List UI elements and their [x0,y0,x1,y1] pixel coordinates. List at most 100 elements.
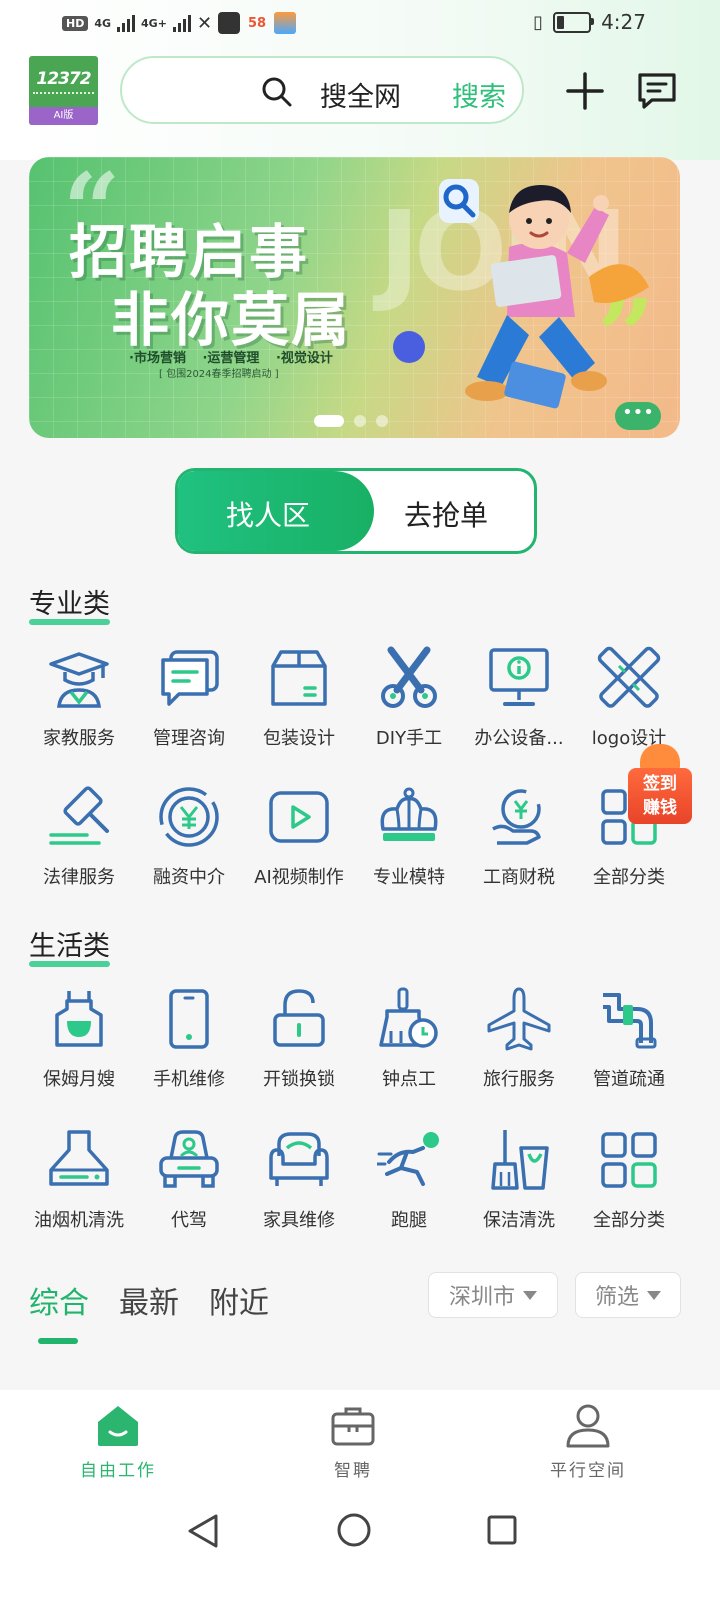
category-hood-cleaning[interactable]: 油烟机清洗 [24,1128,134,1232]
banner-subtext: [ 包围2024春季招聘启动 ] [159,369,279,380]
sim1-label: 4G [94,16,112,30]
search-button[interactable]: 搜索 [452,75,506,114]
category-label: 全部分类 [593,867,665,888]
category-legal-services[interactable]: 法律服务 [24,785,134,889]
recents-icon[interactable] [486,1514,518,1546]
category-professional-model[interactable]: 专业模特 [354,785,464,889]
sign-in-earn-badge[interactable]: 签到 赚钱 [622,744,698,824]
person-icon [566,1404,610,1448]
nav-parallel-space[interactable]: 平行空间 [528,1404,648,1481]
apron-icon [55,991,103,1047]
category-management-consulting[interactable]: 管理咨询 [134,646,244,750]
chevron-down-icon [647,1290,661,1300]
hd-indicator: HD [62,15,89,31]
category-label: DIY手工 [375,728,443,749]
add-icon[interactable] [566,72,604,110]
category-label: 专业模特 [373,867,445,888]
category-label: 开锁换锁 [263,1069,335,1090]
category-label: 保洁清洗 [483,1210,555,1231]
nav-free-work[interactable]: 自由工作 [58,1404,178,1481]
banner-title-line2: 非你莫属 [111,286,352,354]
nav-label: 智聘 [334,1461,372,1481]
search-icon [262,77,292,107]
grid-icon [601,1132,657,1188]
category-business-tax[interactable]: 工商财税 [464,785,574,889]
category-ai-video[interactable]: AI视频制作 [244,785,354,889]
category-financing-agent[interactable]: 融资中介 [134,785,244,889]
category-label: 融资中介 [153,867,225,888]
scissors-icon [381,646,437,708]
category-locksmith[interactable]: 开锁换锁 [244,987,354,1091]
city-dropdown[interactable]: 深圳市 [428,1272,558,1318]
category-label: 管道疏通 [593,1069,665,1090]
category-packaging-design[interactable]: 包装设计 [244,646,354,750]
pipe-icon [603,993,657,1049]
car-driver-icon [159,1130,219,1188]
filter-label: 筛选 [594,1285,639,1310]
category-errands[interactable]: 跑腿 [354,1128,464,1232]
category-logo-design[interactable]: logo设计 [574,646,684,750]
category-designated-driver[interactable]: 代驾 [134,1128,244,1232]
category-office-equipment[interactable]: 办公设备... [464,646,574,750]
category-label: 办公设备... [474,728,564,749]
tab-latest[interactable]: 最新 [119,1278,179,1322]
app-notification-icon-2 [274,12,297,34]
category-label: 旅行服务 [483,1069,555,1090]
logo-divider [33,92,94,97]
battery-icon [553,11,595,33]
promo-banner[interactable]: “ JOIN ” 招聘启事 非你莫属 ·市场营销 ·运营管理 ·视觉设计 [ 包… [29,157,680,438]
category-label: 跑腿 [391,1210,427,1231]
category-nanny[interactable]: 保姆月嫂 [24,987,134,1091]
chat-cards-icon [161,650,219,706]
banner-tag: ·市场营销 [129,351,186,366]
category-label: 家具维修 [263,1210,335,1231]
nav-label: 平行空间 [550,1461,626,1481]
tab-nearby[interactable]: 附近 [209,1278,269,1322]
category-label: 全部分类 [593,1210,665,1231]
section-title-professional: 专业类 [29,582,110,625]
runner-icon [377,1132,439,1186]
category-tutoring[interactable]: 家教服务 [24,646,134,750]
category-label: 代驾 [171,1210,207,1231]
category-cleaning[interactable]: 保洁清洗 [464,1128,574,1232]
search-input[interactable]: 搜全网 [320,75,401,114]
category-diy-craft[interactable]: DIY手工 [354,646,464,750]
banner-pagination [314,415,388,427]
home-circle-icon[interactable] [336,1512,372,1548]
category-label: 家教服务 [43,728,115,749]
category-phone-repair[interactable]: 手机维修 [134,987,244,1091]
yen-hand-icon [492,789,541,845]
city-label: 深圳市 [448,1285,515,1310]
toggle-find-people[interactable]: 找人区 [226,494,310,534]
category-hourly-worker[interactable]: 钟点工 [354,987,464,1091]
message-icon[interactable] [636,71,678,111]
filter-dropdown[interactable]: 筛选 [575,1272,681,1318]
section-title-life: 生活类 [29,924,110,967]
logo-ai-badge: AI版 [29,107,98,125]
chat-bubble-icon: ••• [615,402,661,430]
category-label: AI视频制作 [254,867,344,888]
category-pipe-unclog[interactable]: 管道疏通 [574,987,684,1091]
tab-comprehensive[interactable]: 综合 [29,1278,89,1344]
mode-toggle[interactable]: 找人区 去抢单 [175,468,537,554]
category-all-life[interactable]: 全部分类 [574,1128,684,1232]
category-furniture-repair[interactable]: 家具维修 [244,1128,354,1232]
category-label: 法律服务 [43,867,115,888]
search-bar[interactable]: 搜全网 搜索 [120,56,524,124]
category-travel[interactable]: 旅行服务 [464,987,574,1091]
app-logo[interactable]: 12372 AI版 [29,56,98,125]
banner-tags: ·市场营销 ·运营管理 ·视觉设计 [129,347,345,366]
nav-smart-hire[interactable]: 智聘 [293,1404,413,1481]
category-label: 手机维修 [153,1069,225,1090]
yen-coin-icon [159,787,219,847]
airplane-icon [487,987,551,1051]
toggle-grab-orders[interactable]: 去抢单 [404,494,488,534]
earn-label: 赚钱 [643,798,677,818]
app-notification-icon [218,12,241,34]
range-hood-icon [49,1130,109,1186]
back-icon[interactable] [186,1512,220,1550]
sim2-label: 4G+ [141,16,167,30]
feed-tabs: 综合 最新 附近 [29,1278,269,1344]
unlock-icon [273,989,325,1047]
signal-icon [117,14,136,32]
